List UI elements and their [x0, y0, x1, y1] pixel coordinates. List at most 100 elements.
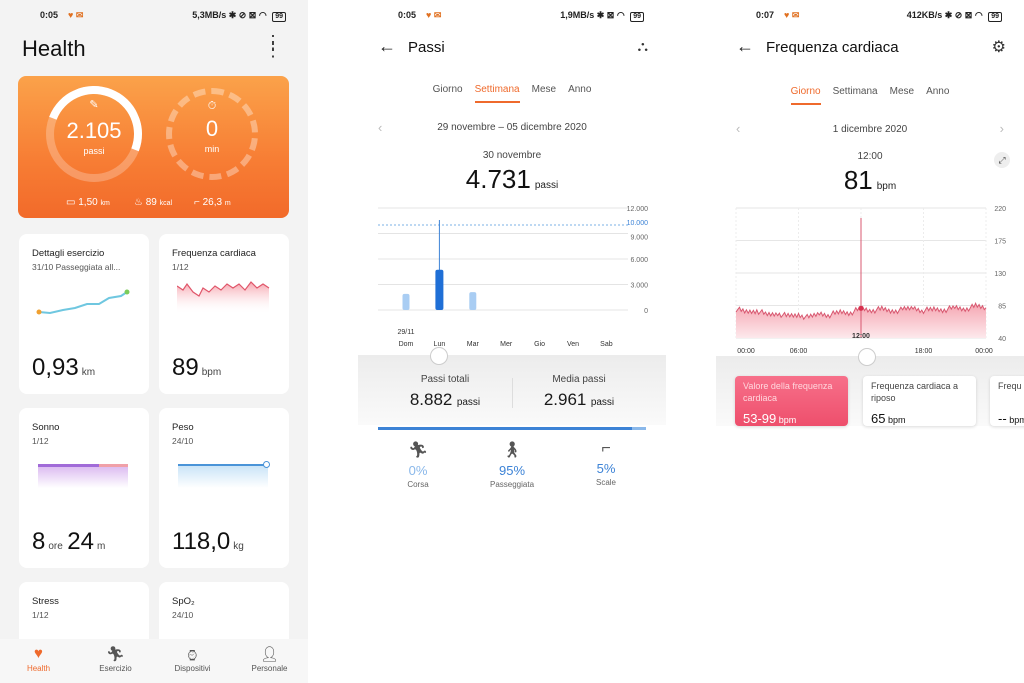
- network-speed: 1,9MB/s: [560, 10, 595, 20]
- battery-icon: 99: [630, 12, 644, 22]
- status-bar: 0:05 ♥ ✉ 1,9MB/s ✱ ⊠ ◠ 99: [358, 10, 666, 24]
- date-range: 29 novembre – 05 dicembre 2020: [437, 122, 587, 133]
- tab-day[interactable]: Giorno: [433, 84, 463, 101]
- activity-summary-card[interactable]: ✎ 2.105 passi ⏱ 0 min ▭ 1,50 km ♨ 89 kca…: [18, 70, 289, 218]
- y-tick-label: 40: [998, 336, 1006, 343]
- y-tick-label: 130: [994, 271, 1006, 278]
- sleep-chart: [38, 464, 128, 488]
- nav-exercise[interactable]: 🏃︎ Esercizio: [77, 645, 154, 673]
- notification-icons: ♥ ✉: [426, 10, 442, 20]
- activity-pct: 95%: [498, 463, 526, 478]
- sleep-hours: 8: [32, 528, 46, 555]
- nav-devices[interactable]: ⌚︎ Dispositivi: [154, 645, 231, 673]
- sleep-hours-unit: ore: [48, 541, 63, 552]
- status-bar: 0:07 ♥ ✉ 412KB/s ✱ ⊘ ⊠ ◠ 99: [716, 10, 1024, 24]
- steps-weekly-chart[interactable]: 12.00010.0009.0006.0003.0000Dom Lun Mar Mer…: [358, 200, 666, 355]
- selected-value: 4.731 passi: [358, 164, 666, 195]
- total-steps-label: Passi totali: [420, 374, 470, 385]
- status-time: 0:05: [40, 10, 59, 20]
- card-title: SpO₂: [172, 596, 195, 607]
- steps-screen: 0:05 ♥ ✉ 1,9MB/s ✱ ⊠ ◠ 99 ← Passi ⛬ Gior…: [358, 0, 666, 683]
- card-value: 53-99: [743, 411, 777, 426]
- tab-year[interactable]: Anno: [568, 84, 591, 101]
- card-heart-rate[interactable]: Frequenza cardiaca 1/12 89 bpm: [159, 234, 289, 394]
- page-title: Health: [22, 36, 86, 61]
- total-steps-value: 8.882: [409, 390, 453, 409]
- share-icon[interactable]: ⛬: [637, 38, 648, 55]
- back-arrow-icon[interactable]: ←: [378, 36, 396, 57]
- y-tick-label: 9.000: [630, 235, 648, 242]
- card-title: Dettagli esercizio: [32, 248, 105, 259]
- period-tabs: Giorno Settimana Mese Anno: [716, 86, 1024, 105]
- heart-rate-unit: bpm: [201, 367, 222, 378]
- tab-week[interactable]: Settimana: [474, 84, 520, 103]
- steps-ring: ✎ 2.105 passi: [30, 70, 158, 198]
- card-value: --: [998, 411, 1007, 426]
- stairs-icon: ⌐: [601, 440, 611, 457]
- activity-pct: 5%: [596, 461, 616, 476]
- card-unit: bpm: [778, 415, 797, 425]
- expand-icon[interactable]: ⤢: [994, 152, 1010, 168]
- steps-value: 2.105: [66, 118, 122, 143]
- walk-icon: ✎: [89, 99, 99, 111]
- walking-icon: 🚶︎: [501, 442, 523, 459]
- person-icon: 👤︎: [259, 646, 280, 663]
- tab-year[interactable]: Anno: [926, 86, 949, 103]
- battery-icon: 99: [272, 12, 286, 22]
- floors-value: 26,3: [202, 197, 223, 208]
- activity-breakdown: 🏃︎ 0% Corsa 🚶︎ 95% Passeggiata ⌐ 5% Scal…: [378, 440, 646, 500]
- battery-icon: 99: [988, 12, 1002, 22]
- bar-mar: [469, 292, 477, 310]
- more-menu-icon[interactable]: ⋮ ⋮: [264, 33, 282, 59]
- card-value: 0,93 km: [32, 354, 95, 382]
- card-value: 89 bpm: [172, 354, 221, 382]
- heart-pulse-icon: ♥: [34, 645, 43, 662]
- card-title: Sonno: [32, 422, 60, 433]
- average-steps-value: 2.961: [543, 390, 587, 409]
- scrubber-handle[interactable]: [858, 348, 876, 366]
- card-subtitle: 1/12: [172, 262, 189, 272]
- heart-rate-daily-chart[interactable]: 220 175 130 85 40 00:00 06:00 12:00 18:00 00:00: [716, 200, 1024, 360]
- calories-value: 89: [145, 197, 157, 208]
- stairs-segment: [632, 427, 646, 430]
- activity-label: Scale: [595, 478, 616, 487]
- x-tick-label: Sab: [600, 341, 613, 348]
- card-sleep[interactable]: Sonno 1/12 8 ore 24 m: [19, 408, 149, 568]
- watch-icon: ⌚︎: [184, 648, 200, 665]
- floors-stat: ⌐ 26,3 m: [194, 197, 231, 208]
- card-exercise-details[interactable]: Dettagli esercizio 31/10 Passeggiata all…: [19, 234, 149, 394]
- card-weight[interactable]: Peso 24/10 118,0 kg: [159, 408, 289, 568]
- x-tick-label: Gio: [534, 341, 545, 348]
- card-unit: bpm: [887, 415, 906, 425]
- card-resting-heart-rate[interactable]: Frequenza cardiaca a riposo 65 bpm: [863, 376, 976, 426]
- card-title: Valore della frequenza cardiaca: [743, 381, 833, 403]
- card-high-heart-rate[interactable]: Frequ eleva -- bpm: [990, 376, 1024, 426]
- card-subtitle: 24/10: [172, 436, 194, 446]
- health-home-screen: 0:05 ♥ ✉ 5,3MB/s ✱ ⊘ ⊠ ◠ 99 Health ⋮ ⋮ ✎ …: [0, 0, 308, 683]
- nav-profile[interactable]: 👤︎ Personale: [231, 645, 308, 673]
- selection-point: [858, 305, 864, 311]
- x-tick-label: 18:00: [915, 348, 933, 355]
- tab-week[interactable]: Settimana: [833, 86, 878, 103]
- tab-month[interactable]: Mese: [532, 84, 556, 101]
- status-time: 0:07: [756, 10, 775, 20]
- back-arrow-icon[interactable]: ←: [736, 36, 754, 57]
- selected-day: 30 novembre: [482, 150, 542, 161]
- gear-icon[interactable]: ⚙: [992, 37, 1006, 57]
- nav-health[interactable]: ♥ Health: [0, 645, 77, 673]
- calories-stat: ♨ 89 kcal: [134, 197, 173, 208]
- distance-unit: km: [100, 200, 110, 207]
- x-tick-label: 12:00: [852, 333, 870, 340]
- tab-day[interactable]: Giorno: [790, 86, 821, 105]
- card-heart-rate-range[interactable]: Valore della frequenza cardiaca 53-99 bp…: [735, 376, 848, 426]
- card-title: Frequenza cardiaca: [172, 248, 256, 259]
- tab-month[interactable]: Mese: [890, 86, 914, 103]
- y-tick-label: 3.000: [630, 283, 648, 290]
- total-steps: 8.882 passi: [378, 390, 512, 410]
- card-subtitle: 24/10: [172, 610, 194, 620]
- x-tick-label: Dom: [399, 341, 414, 348]
- distance-stat: ▭ 1,50 km: [66, 197, 110, 208]
- scrubber-handle[interactable]: [430, 347, 448, 365]
- x-tick-label: 00:00: [975, 348, 993, 355]
- card-title: Stress: [32, 596, 59, 607]
